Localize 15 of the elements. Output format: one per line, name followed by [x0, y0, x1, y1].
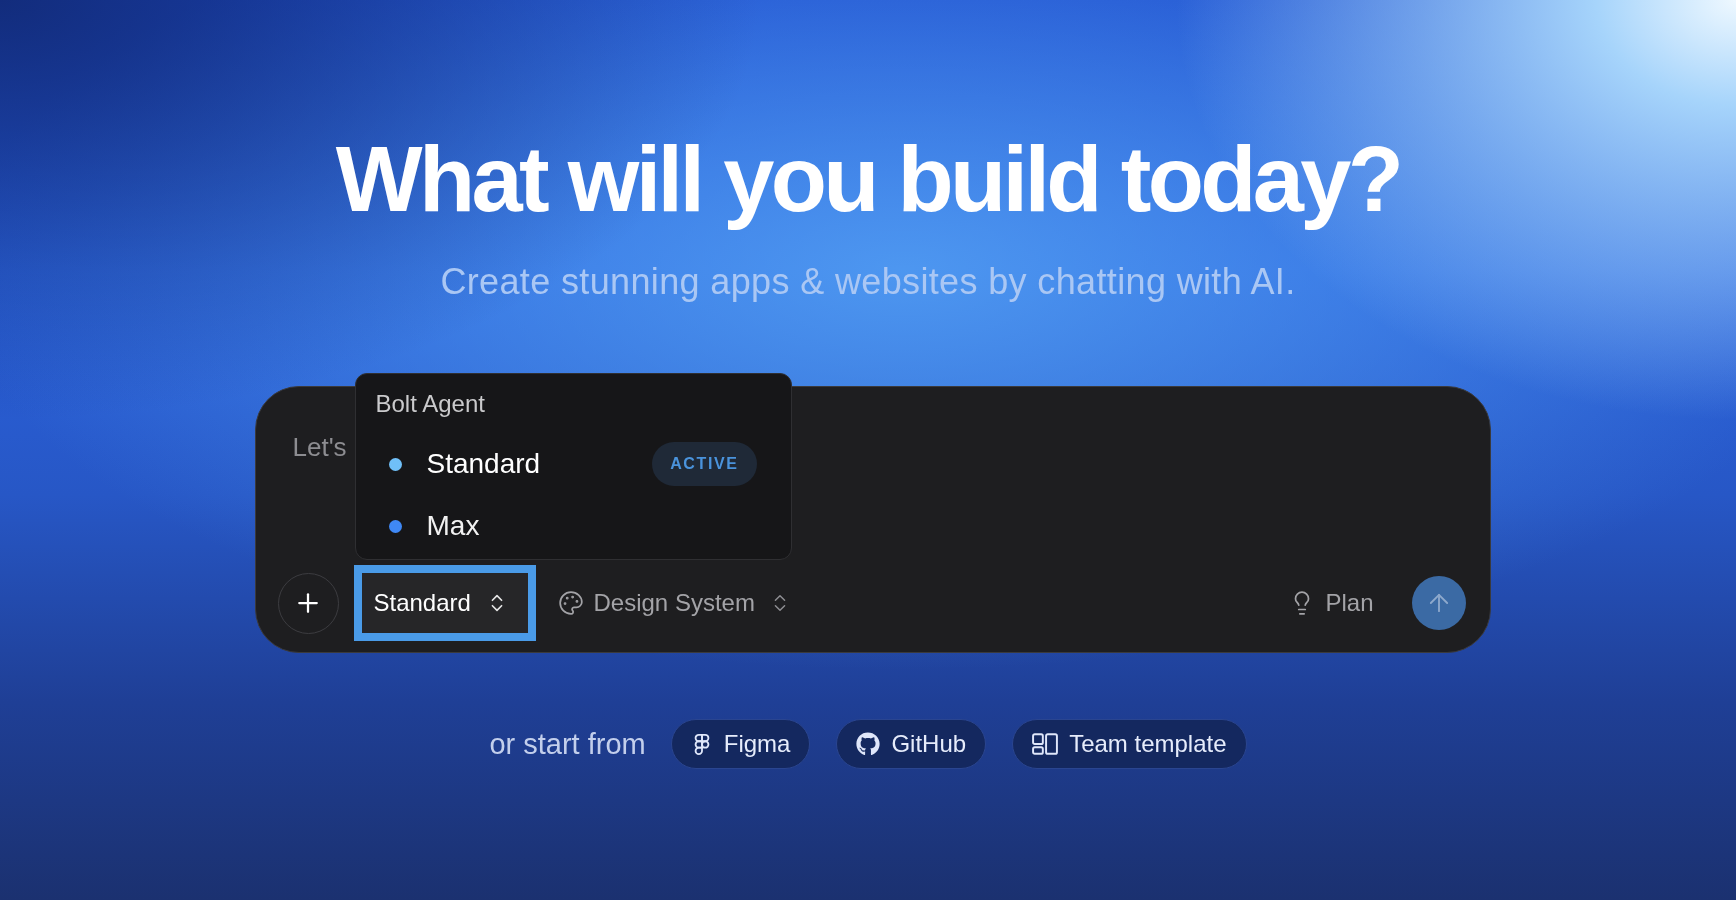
- start-source-button[interactable]: Team template: [1012, 719, 1247, 770]
- agent-select-button[interactable]: Standard: [353, 565, 536, 642]
- plan-button[interactable]: Plan: [1287, 578, 1376, 629]
- design-system-button[interactable]: Design System: [555, 578, 793, 629]
- layout-icon: [1032, 733, 1059, 756]
- hero-title: What will you build today?: [335, 127, 1401, 232]
- status-badge: ACTIVE: [652, 442, 757, 487]
- start-source-button[interactable]: Figma: [670, 719, 811, 770]
- palette-icon: [557, 590, 584, 617]
- menu-heading: Bolt Agent: [375, 392, 485, 417]
- start-label: or start from: [489, 726, 646, 762]
- github-icon: [856, 732, 881, 757]
- start-source-button[interactable]: GitHub: [836, 719, 987, 770]
- agent-option[interactable]: Max: [355, 495, 791, 558]
- hero-subtitle: Create stunning apps & websites by chatting with AI.: [440, 264, 1296, 301]
